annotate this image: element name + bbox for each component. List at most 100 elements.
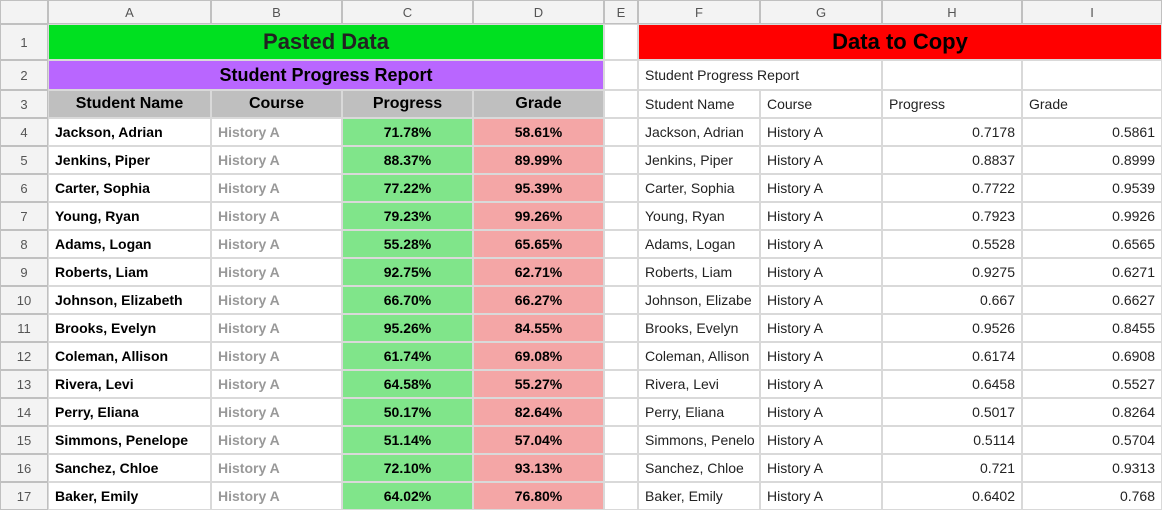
cell-name-8[interactable]: Coleman, Allison bbox=[48, 342, 211, 370]
row-header-17[interactable]: 17 bbox=[0, 482, 48, 510]
cell-name-13[interactable]: Baker, Emily bbox=[48, 482, 211, 510]
cell-course-0[interactable]: History A bbox=[211, 118, 342, 146]
cell-progress-7[interactable]: 95.26% bbox=[342, 314, 473, 342]
cell-rcourse-10[interactable]: History A bbox=[760, 398, 882, 426]
cell-rcourse-1[interactable]: History A bbox=[760, 146, 882, 174]
cell-name-11[interactable]: Simmons, Penelope bbox=[48, 426, 211, 454]
cell-e-17[interactable] bbox=[604, 482, 638, 510]
cell-rgrade-12[interactable]: 0.9313 bbox=[1022, 454, 1162, 482]
cell-rprogress-8[interactable]: 0.6174 bbox=[882, 342, 1022, 370]
cell-progress-1[interactable]: 88.37% bbox=[342, 146, 473, 174]
cell-grade-11[interactable]: 57.04% bbox=[473, 426, 604, 454]
column-header-A[interactable]: A bbox=[48, 0, 211, 24]
cell-grade-7[interactable]: 84.55% bbox=[473, 314, 604, 342]
cell-e-10[interactable] bbox=[604, 286, 638, 314]
row-header-9[interactable]: 9 bbox=[0, 258, 48, 286]
cell-e2[interactable] bbox=[604, 60, 638, 90]
cell-progress-2[interactable]: 77.22% bbox=[342, 174, 473, 202]
cell-e-16[interactable] bbox=[604, 454, 638, 482]
row-header-4[interactable]: 4 bbox=[0, 118, 48, 146]
column-header-B[interactable]: B bbox=[211, 0, 342, 24]
cell-rgrade-3[interactable]: 0.9926 bbox=[1022, 202, 1162, 230]
cell-rprogress-7[interactable]: 0.9526 bbox=[882, 314, 1022, 342]
cell-rcourse-8[interactable]: History A bbox=[760, 342, 882, 370]
cell-grade-8[interactable]: 69.08% bbox=[473, 342, 604, 370]
cell-rcourse-2[interactable]: History A bbox=[760, 174, 882, 202]
cell-rprogress-1[interactable]: 0.8837 bbox=[882, 146, 1022, 174]
row-header-1[interactable]: 1 bbox=[0, 24, 48, 60]
cell-rgrade-7[interactable]: 0.8455 bbox=[1022, 314, 1162, 342]
cell-grade-2[interactable]: 95.39% bbox=[473, 174, 604, 202]
cell-rcourse-7[interactable]: History A bbox=[760, 314, 882, 342]
cell-rgrade-1[interactable]: 0.8999 bbox=[1022, 146, 1162, 174]
cell-e-7[interactable] bbox=[604, 202, 638, 230]
cell-progress-0[interactable]: 71.78% bbox=[342, 118, 473, 146]
cell-rgrade-2[interactable]: 0.9539 bbox=[1022, 174, 1162, 202]
cell-rgrade-10[interactable]: 0.8264 bbox=[1022, 398, 1162, 426]
cell-rcourse-5[interactable]: History A bbox=[760, 258, 882, 286]
cell-progress-13[interactable]: 64.02% bbox=[342, 482, 473, 510]
cell-course-7[interactable]: History A bbox=[211, 314, 342, 342]
cell-e-5[interactable] bbox=[604, 146, 638, 174]
cell-h2[interactable] bbox=[882, 60, 1022, 90]
cell-rname-5[interactable]: Roberts, Liam bbox=[638, 258, 760, 286]
cell-name-9[interactable]: Rivera, Levi bbox=[48, 370, 211, 398]
cell-course-1[interactable]: History A bbox=[211, 146, 342, 174]
cell-progress-3[interactable]: 79.23% bbox=[342, 202, 473, 230]
cell-rname-11[interactable]: Simmons, Penelo bbox=[638, 426, 760, 454]
cell-rname-9[interactable]: Rivera, Levi bbox=[638, 370, 760, 398]
cell-rgrade-5[interactable]: 0.6271 bbox=[1022, 258, 1162, 286]
cell-progress-11[interactable]: 51.14% bbox=[342, 426, 473, 454]
cell-rcourse-12[interactable]: History A bbox=[760, 454, 882, 482]
row-header-10[interactable]: 10 bbox=[0, 286, 48, 314]
column-header-D[interactable]: D bbox=[473, 0, 604, 24]
cell-rprogress-9[interactable]: 0.6458 bbox=[882, 370, 1022, 398]
cell-grade-0[interactable]: 58.61% bbox=[473, 118, 604, 146]
row-header-3[interactable]: 3 bbox=[0, 90, 48, 118]
cell-rgrade-9[interactable]: 0.5527 bbox=[1022, 370, 1162, 398]
cell-rname-0[interactable]: Jackson, Adrian bbox=[638, 118, 760, 146]
column-header-I[interactable]: I bbox=[1022, 0, 1162, 24]
cell-grade-4[interactable]: 65.65% bbox=[473, 230, 604, 258]
cell-rgrade-4[interactable]: 0.6565 bbox=[1022, 230, 1162, 258]
cell-rname-6[interactable]: Johnson, Elizabe bbox=[638, 286, 760, 314]
cell-course-12[interactable]: History A bbox=[211, 454, 342, 482]
cell-rprogress-13[interactable]: 0.6402 bbox=[882, 482, 1022, 510]
cell-rprogress-0[interactable]: 0.7178 bbox=[882, 118, 1022, 146]
cell-rcourse-13[interactable]: History A bbox=[760, 482, 882, 510]
row-header-2[interactable]: 2 bbox=[0, 60, 48, 90]
cell-rgrade-8[interactable]: 0.6908 bbox=[1022, 342, 1162, 370]
column-header-F[interactable]: F bbox=[638, 0, 760, 24]
cell-rname-7[interactable]: Brooks, Evelyn bbox=[638, 314, 760, 342]
cell-rname-13[interactable]: Baker, Emily bbox=[638, 482, 760, 510]
row-header-11[interactable]: 11 bbox=[0, 314, 48, 342]
cell-course-9[interactable]: History A bbox=[211, 370, 342, 398]
cell-rcourse-3[interactable]: History A bbox=[760, 202, 882, 230]
cell-course-6[interactable]: History A bbox=[211, 286, 342, 314]
cell-grade-6[interactable]: 66.27% bbox=[473, 286, 604, 314]
cell-course-4[interactable]: History A bbox=[211, 230, 342, 258]
cell-rcourse-11[interactable]: History A bbox=[760, 426, 882, 454]
row-header-15[interactable]: 15 bbox=[0, 426, 48, 454]
cell-progress-12[interactable]: 72.10% bbox=[342, 454, 473, 482]
cell-progress-4[interactable]: 55.28% bbox=[342, 230, 473, 258]
cell-rprogress-4[interactable]: 0.5528 bbox=[882, 230, 1022, 258]
row-header-16[interactable]: 16 bbox=[0, 454, 48, 482]
cell-e1[interactable] bbox=[604, 24, 638, 60]
cell-course-5[interactable]: History A bbox=[211, 258, 342, 286]
row-header-7[interactable]: 7 bbox=[0, 202, 48, 230]
column-header-H[interactable]: H bbox=[882, 0, 1022, 24]
cell-rcourse-0[interactable]: History A bbox=[760, 118, 882, 146]
row-header-5[interactable]: 5 bbox=[0, 146, 48, 174]
row-header-12[interactable]: 12 bbox=[0, 342, 48, 370]
cell-rname-10[interactable]: Perry, Eliana bbox=[638, 398, 760, 426]
cell-rgrade-6[interactable]: 0.6627 bbox=[1022, 286, 1162, 314]
column-header-G[interactable]: G bbox=[760, 0, 882, 24]
cell-name-3[interactable]: Young, Ryan bbox=[48, 202, 211, 230]
cell-rprogress-10[interactable]: 0.5017 bbox=[882, 398, 1022, 426]
row-header-6[interactable]: 6 bbox=[0, 174, 48, 202]
cell-name-5[interactable]: Roberts, Liam bbox=[48, 258, 211, 286]
cell-rcourse-6[interactable]: History A bbox=[760, 286, 882, 314]
cell-e-12[interactable] bbox=[604, 342, 638, 370]
cell-rprogress-11[interactable]: 0.5114 bbox=[882, 426, 1022, 454]
